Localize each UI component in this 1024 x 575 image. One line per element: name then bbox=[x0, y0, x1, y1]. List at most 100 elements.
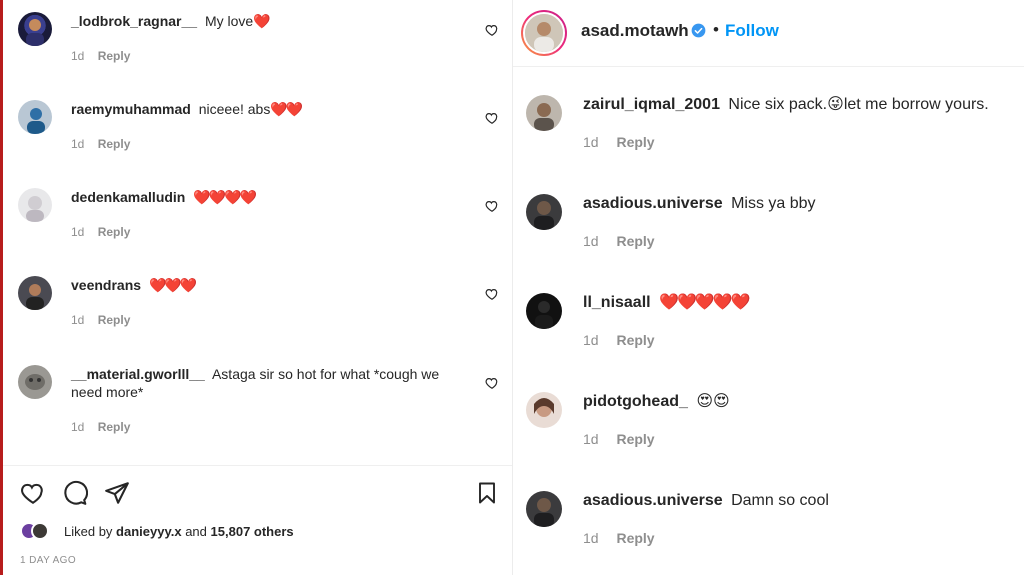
comment-username[interactable]: _lodbrok_ragnar__ bbox=[71, 13, 197, 29]
comment-username[interactable]: veendrans bbox=[71, 277, 141, 293]
avatar[interactable] bbox=[526, 392, 562, 428]
heart-outline-icon[interactable] bbox=[485, 23, 499, 37]
reply-button[interactable]: Reply bbox=[616, 233, 654, 249]
heart-outline-icon[interactable] bbox=[485, 287, 499, 301]
comment-body-after: let me borrow yours. bbox=[843, 96, 989, 113]
comment-item: ll_nisaall ❤️❤️❤️❤️❤️ 1d Reply bbox=[526, 293, 1016, 353]
heart-outline-icon[interactable] bbox=[485, 199, 499, 213]
comment-username[interactable]: ll_nisaall bbox=[583, 294, 651, 311]
comment-meta: 1d Reply bbox=[71, 49, 130, 63]
comment-text: __material.gworlll__ Astaga sir so hot f… bbox=[71, 365, 466, 401]
avatar[interactable] bbox=[18, 12, 52, 46]
bookmark-icon[interactable] bbox=[475, 480, 499, 506]
comment-text: zairul_iqmal_2001 Nice six pack.😜let me … bbox=[583, 95, 989, 115]
avatar[interactable] bbox=[18, 365, 52, 399]
avatar[interactable] bbox=[18, 276, 52, 310]
paper-plane-icon[interactable] bbox=[104, 480, 130, 506]
liked-by-and: and bbox=[185, 524, 207, 539]
reply-button[interactable]: Reply bbox=[98, 137, 131, 151]
comment-time: 1d bbox=[583, 233, 599, 249]
reply-button[interactable]: Reply bbox=[616, 530, 654, 546]
avatar[interactable] bbox=[526, 95, 562, 131]
avatar[interactable] bbox=[18, 188, 52, 222]
comment-emoji: ❤️❤️❤️❤️ bbox=[193, 189, 257, 205]
heart-outline-icon[interactable] bbox=[20, 480, 46, 506]
comment-body: Miss ya bby bbox=[731, 195, 816, 212]
heart-outline-icon[interactable] bbox=[485, 376, 499, 390]
comment-username[interactable]: zairul_iqmal_2001 bbox=[583, 96, 720, 113]
verified-badge-icon bbox=[691, 23, 706, 38]
post-header: asad.motawh • Follow bbox=[513, 0, 1024, 67]
comment-item: veendrans ❤️❤️❤️ 1d Reply bbox=[18, 276, 508, 336]
comment-emoji: ❤️❤️❤️ bbox=[148, 277, 197, 293]
comment-item: dedenkamalludin ❤️❤️❤️❤️ 1d Reply bbox=[18, 188, 508, 248]
comment-time: 1d bbox=[71, 313, 85, 327]
liker-avatar bbox=[31, 522, 49, 540]
comment-text: raemymuhammad niceee! abs❤️❤️ bbox=[71, 100, 466, 118]
comment-username[interactable]: asadious.universe bbox=[583, 195, 723, 212]
comment-item: pidotgohead_ 😍😍 1d Reply bbox=[526, 392, 1016, 452]
comment-time: 1d bbox=[71, 420, 85, 434]
comment-meta: 1d Reply bbox=[583, 332, 655, 348]
follow-button[interactable]: Follow bbox=[725, 21, 779, 41]
comment-item: _lodbrok_ragnar__ My love❤️ 1d Reply bbox=[18, 12, 508, 72]
reply-button[interactable]: Reply bbox=[98, 420, 131, 434]
liked-by-user-link[interactable]: danieyyy.x bbox=[116, 524, 182, 539]
reply-button[interactable]: Reply bbox=[98, 49, 131, 63]
comment-username[interactable]: raemymuhammad bbox=[71, 101, 191, 117]
divider bbox=[3, 465, 512, 466]
comment-body: Damn so cool bbox=[731, 492, 829, 509]
comment-item: raemymuhammad niceee! abs❤️❤️ 1d Reply bbox=[18, 100, 508, 160]
comment-item: __material.gworlll__ Astaga sir so hot f… bbox=[18, 365, 508, 440]
comment-time: 1d bbox=[71, 225, 85, 239]
comment-text: dedenkamalludin ❤️❤️❤️❤️ bbox=[71, 188, 466, 206]
reply-button[interactable]: Reply bbox=[616, 134, 654, 150]
comment-emoji: 😜 bbox=[827, 96, 844, 113]
right-comments-panel: asad.motawh • Follow zairul_iqmal_2001 N… bbox=[512, 0, 1024, 575]
likes-count-link[interactable]: 15,807 others bbox=[211, 524, 294, 539]
comment-meta: 1d Reply bbox=[583, 134, 655, 150]
comment-username[interactable]: __material.gworlll__ bbox=[71, 366, 205, 382]
reply-button[interactable]: Reply bbox=[616, 431, 654, 447]
comment-meta: 1d Reply bbox=[583, 233, 655, 249]
comment-emoji: ❤️ bbox=[253, 13, 270, 29]
reply-button[interactable]: Reply bbox=[616, 332, 654, 348]
comment-meta: 1d Reply bbox=[71, 420, 130, 434]
comment-text: ll_nisaall ❤️❤️❤️❤️❤️ bbox=[583, 293, 751, 313]
left-comments-panel: _lodbrok_ragnar__ My love❤️ 1d Reply rae… bbox=[3, 0, 512, 575]
profile-avatar[interactable] bbox=[521, 10, 567, 56]
comment-meta: 1d Reply bbox=[583, 530, 655, 546]
heart-outline-icon[interactable] bbox=[485, 111, 499, 125]
profile-username[interactable]: asad.motawh bbox=[581, 21, 689, 41]
reply-button[interactable]: Reply bbox=[98, 313, 131, 327]
avatar[interactable] bbox=[18, 100, 52, 134]
comment-text: asadious.universe Miss ya bby bbox=[583, 194, 816, 214]
comment-bubble-icon[interactable] bbox=[62, 480, 88, 506]
liked-by-text: Liked by danieyyy.x and 15,807 others bbox=[64, 524, 294, 539]
avatar[interactable] bbox=[526, 491, 562, 527]
comment-meta: 1d Reply bbox=[71, 225, 130, 239]
comment-body: niceee! abs bbox=[198, 101, 271, 117]
post-timestamp: 1 DAY AGO bbox=[20, 555, 77, 566]
reply-button[interactable]: Reply bbox=[98, 225, 131, 239]
comment-item: asadious.universe Damn so cool 1d Reply bbox=[526, 491, 1016, 551]
comment-text: veendrans ❤️❤️❤️ bbox=[71, 276, 466, 294]
comment-time: 1d bbox=[583, 431, 599, 447]
comment-time: 1d bbox=[71, 49, 85, 63]
comment-username[interactable]: pidotgohead_ bbox=[583, 393, 688, 410]
comment-emoji: ❤️❤️ bbox=[270, 101, 303, 117]
comment-body: My love bbox=[204, 13, 254, 29]
comment-time: 1d bbox=[583, 332, 599, 348]
comment-meta: 1d Reply bbox=[71, 137, 130, 151]
comment-meta: 1d Reply bbox=[583, 431, 655, 447]
comment-emoji: ❤️❤️❤️❤️❤️ bbox=[659, 294, 751, 311]
comment-username[interactable]: dedenkamalludin bbox=[71, 189, 185, 205]
comment-item: asadious.universe Miss ya bby 1d Reply bbox=[526, 194, 1016, 254]
comment-username[interactable]: asadious.universe bbox=[583, 492, 723, 509]
avatar[interactable] bbox=[526, 194, 562, 230]
avatar[interactable] bbox=[526, 293, 562, 329]
comment-body: Nice six pack. bbox=[728, 96, 828, 113]
separator-dot: • bbox=[713, 20, 719, 39]
comment-meta: 1d Reply bbox=[71, 313, 130, 327]
comment-time: 1d bbox=[583, 134, 599, 150]
